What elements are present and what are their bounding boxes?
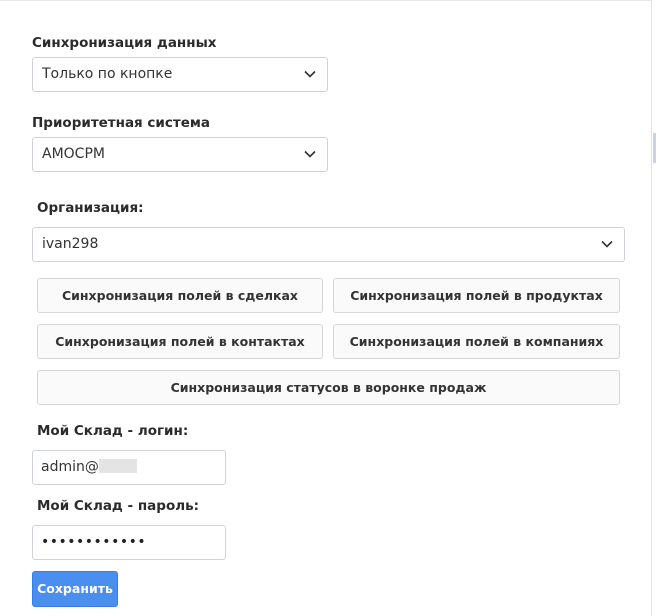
chevron-down-icon [304,150,316,158]
login-input[interactable]: admin@ [32,450,226,485]
login-label: Мой Склад - логин: [37,423,189,439]
password-input[interactable]: •••••••••••• [32,525,226,560]
sync-select-value: Только по кнопке [42,66,173,82]
sync-pipeline-statuses-button[interactable]: Синхронизация статусов в воронке продаж [37,370,620,405]
priority-select[interactable]: АМОСРМ [32,137,328,172]
organization-label: Организация: [37,200,144,216]
organization-select-value: ivan298 [42,236,99,252]
login-input-value: admin@ [41,459,99,475]
redacted-text [98,458,137,473]
priority-select-value: АМОСРМ [42,146,105,162]
sync-contacts-fields-button[interactable]: Синхронизация полей в контактах [37,324,323,359]
save-button[interactable]: Сохранить [32,571,118,607]
organization-select[interactable]: ivan298 [32,227,625,262]
chevron-down-icon [304,70,316,78]
sync-label: Синхронизация данных [32,35,217,51]
priority-label: Приоритетная система [32,115,211,131]
sync-products-fields-button[interactable]: Синхронизация полей в продуктах [333,278,620,313]
scrollbar-edge [653,133,656,163]
chevron-down-icon [601,240,613,248]
sync-companies-fields-button[interactable]: Синхронизация полей в компаниях [333,324,620,359]
settings-panel: Синхронизация данных Только по кнопке Пр… [0,0,656,616]
sync-select[interactable]: Только по кнопке [32,57,328,92]
sync-deals-fields-button[interactable]: Синхронизация полей в сделках [37,278,323,313]
password-label: Мой Склад - пароль: [37,498,200,514]
password-input-value: •••••••••••• [41,534,147,550]
